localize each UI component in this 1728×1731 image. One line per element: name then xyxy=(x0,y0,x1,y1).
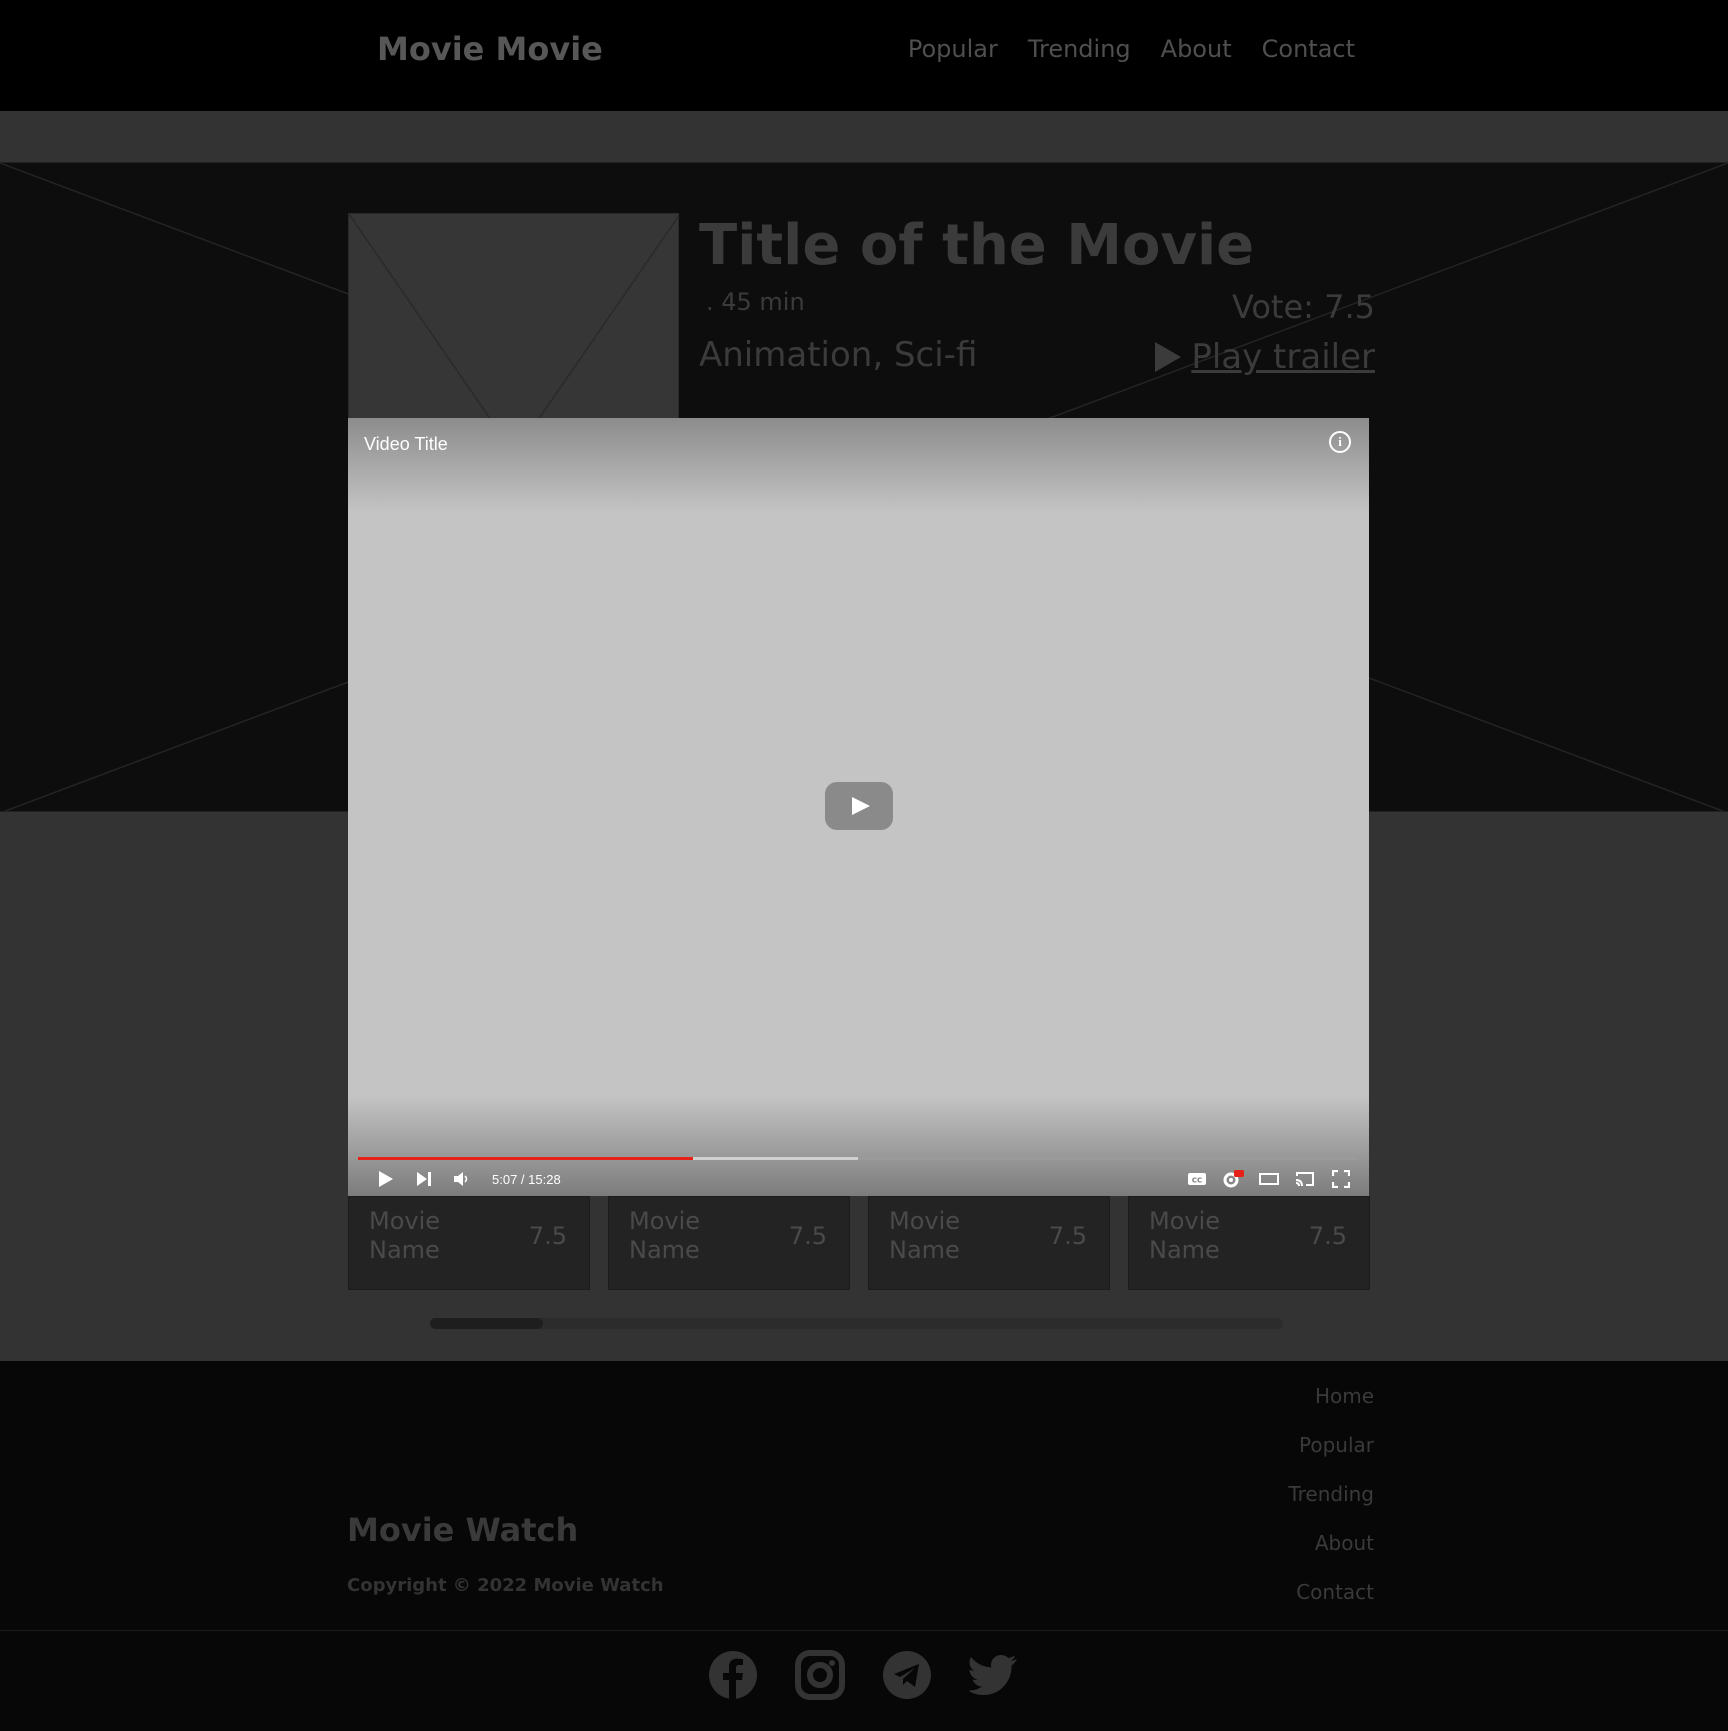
carousel-scrollbar[interactable] xyxy=(430,1318,1283,1329)
fullscreen-icon[interactable] xyxy=(1329,1168,1353,1190)
footer-link-trending[interactable]: Trending xyxy=(1288,1481,1374,1508)
footer-link-popular[interactable]: Popular xyxy=(1299,1432,1374,1459)
movie-card-name: Movie Name xyxy=(369,1207,441,1264)
movie-card-rating: 7.5 xyxy=(788,1222,827,1250)
movie-card[interactable]: Movie Name 7.5 xyxy=(348,1196,590,1290)
time-display: 5:07 / 15:28 xyxy=(492,1171,561,1187)
play-icon xyxy=(1155,342,1182,372)
movie-card-rating: 7.5 xyxy=(1048,1222,1087,1250)
main-nav: Popular Trending About Contact xyxy=(908,35,1355,63)
movie-card[interactable]: Movie Name 7.5 xyxy=(608,1196,850,1290)
movie-runtime: . 45 min xyxy=(706,288,805,316)
footer-logo[interactable]: Movie Watch xyxy=(347,1511,578,1549)
movie-vote: Vote: 7.5 xyxy=(1231,288,1375,326)
movie-card[interactable]: Movie Name 7.5 xyxy=(1128,1196,1370,1290)
nav-trending[interactable]: Trending xyxy=(1028,35,1131,63)
progress-played xyxy=(358,1157,693,1160)
player-top-gradient xyxy=(348,418,1369,513)
footer-link-contact[interactable]: Contact xyxy=(1296,1579,1374,1606)
nav-popular[interactable]: Popular xyxy=(908,35,998,63)
play-trailer-label: Play trailer xyxy=(1191,337,1375,377)
movie-genres: Animation, Sci-fi xyxy=(699,335,978,375)
play-icon[interactable] xyxy=(374,1168,398,1190)
movie-carousel: Movie Name 7.5 Movie Name 7.5 Movie Name… xyxy=(348,1196,1370,1290)
telegram-icon[interactable] xyxy=(882,1649,932,1701)
nav-about[interactable]: About xyxy=(1161,35,1232,63)
video-title[interactable]: Video Title xyxy=(364,434,448,455)
big-play-button[interactable] xyxy=(825,782,893,830)
footer-link-about[interactable]: About xyxy=(1315,1530,1374,1557)
movie-card-name: Movie Name xyxy=(629,1207,701,1264)
footer-nav: Home Popular Trending About Contact xyxy=(1288,1383,1374,1606)
movie-card-name: Movie Name xyxy=(1149,1207,1221,1264)
site-header: Movie Movie Popular Trending About Conta… xyxy=(0,0,1728,111)
progress-bar[interactable] xyxy=(358,1157,1358,1160)
twitter-icon[interactable] xyxy=(969,1649,1019,1701)
theater-mode-icon[interactable] xyxy=(1257,1168,1281,1190)
footer-link-home[interactable]: Home xyxy=(1315,1383,1374,1410)
instagram-icon[interactable] xyxy=(795,1649,845,1701)
movie-title: Title of the Movie xyxy=(699,213,1255,278)
footer-divider xyxy=(0,1630,1728,1631)
svg-text:CC: CC xyxy=(1192,1177,1202,1185)
nav-contact[interactable]: Contact xyxy=(1262,35,1355,63)
social-links xyxy=(708,1649,1019,1701)
site-footer: Movie Watch Copyright © 2022 Movie Watch… xyxy=(0,1361,1728,1731)
movie-card-rating: 7.5 xyxy=(528,1222,567,1250)
copyright-text: Copyright © 2022 Movie Watch xyxy=(347,1575,664,1596)
info-icon[interactable]: i xyxy=(1329,431,1351,453)
cast-icon[interactable] xyxy=(1293,1168,1317,1190)
facebook-icon[interactable] xyxy=(708,1649,758,1701)
movie-card-name: Movie Name xyxy=(889,1207,961,1264)
player-controls-left: 5:07 / 15:28 xyxy=(374,1168,561,1190)
video-player-modal[interactable]: Video Title i 5:07 / 15:28 CC xyxy=(348,418,1369,1196)
movie-card[interactable]: Movie Name 7.5 xyxy=(868,1196,1110,1290)
movie-card-rating: 7.5 xyxy=(1308,1222,1347,1250)
captions-icon[interactable]: CC xyxy=(1185,1168,1209,1190)
carousel-scroll-thumb[interactable] xyxy=(430,1318,543,1329)
next-icon[interactable] xyxy=(412,1168,436,1190)
page: Movie Movie Popular Trending About Conta… xyxy=(0,0,1728,1731)
site-logo[interactable]: Movie Movie xyxy=(377,30,603,68)
player-controls-right: CC xyxy=(1185,1168,1353,1190)
settings-hd-icon[interactable] xyxy=(1221,1168,1245,1190)
play-trailer-link[interactable]: Play trailer xyxy=(1155,337,1375,377)
volume-icon[interactable] xyxy=(450,1168,474,1190)
